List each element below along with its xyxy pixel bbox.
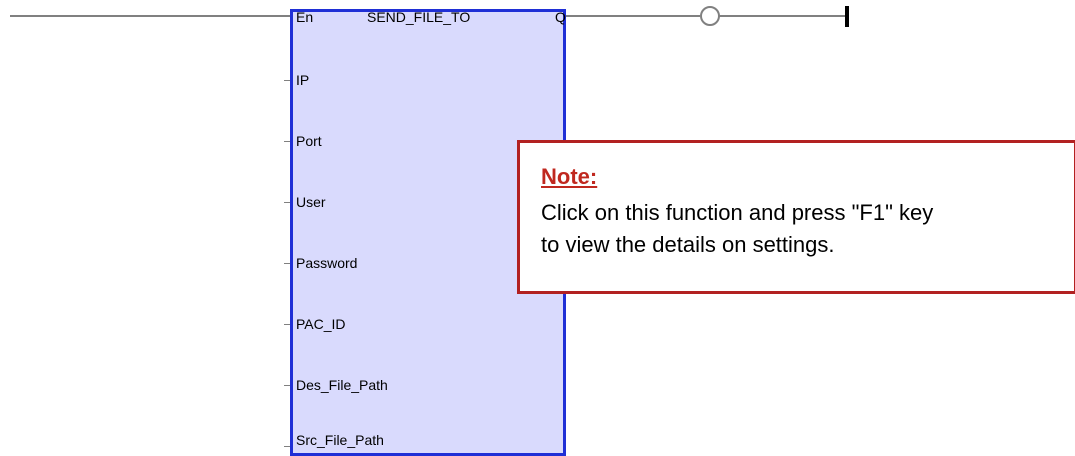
pin-des-file-path-label[interactable]: Des_File_Path: [296, 377, 388, 393]
note-line-2: to view the details on settings.: [541, 232, 835, 257]
pin-ip-tick: [284, 80, 290, 81]
pin-des-file-path-tick: [284, 385, 290, 386]
note-body: Click on this function and press "F1" ke…: [541, 197, 1071, 261]
pin-password-tick: [284, 263, 290, 264]
pin-user-label[interactable]: User: [296, 194, 326, 210]
note-title: Note:: [541, 164, 598, 189]
ladder-diagram: En SEND_FILE_TO Q IP Port User Password …: [0, 0, 1075, 456]
note-callout: Note: Click on this function and press "…: [517, 140, 1075, 294]
coil-icon[interactable]: [700, 6, 720, 26]
pin-port-label[interactable]: Port: [296, 133, 322, 149]
pin-pac-id-label[interactable]: PAC_ID: [296, 316, 346, 332]
pin-password-label[interactable]: Password: [296, 255, 357, 271]
function-block-title: SEND_FILE_TO: [367, 9, 471, 25]
pin-user-tick: [284, 202, 290, 203]
pin-src-file-path-tick: [284, 446, 290, 447]
pin-ip-label[interactable]: IP: [296, 72, 309, 88]
pin-pac-id-tick: [284, 324, 290, 325]
note-line-1: Click on this function and press "F1" ke…: [541, 200, 934, 225]
pin-src-file-path-label[interactable]: Src_File_Path: [296, 432, 384, 448]
pin-en-label: En: [296, 9, 314, 25]
pin-q-label: Q: [555, 9, 566, 25]
right-power-rail: [845, 6, 849, 27]
pin-port-tick: [284, 141, 290, 142]
